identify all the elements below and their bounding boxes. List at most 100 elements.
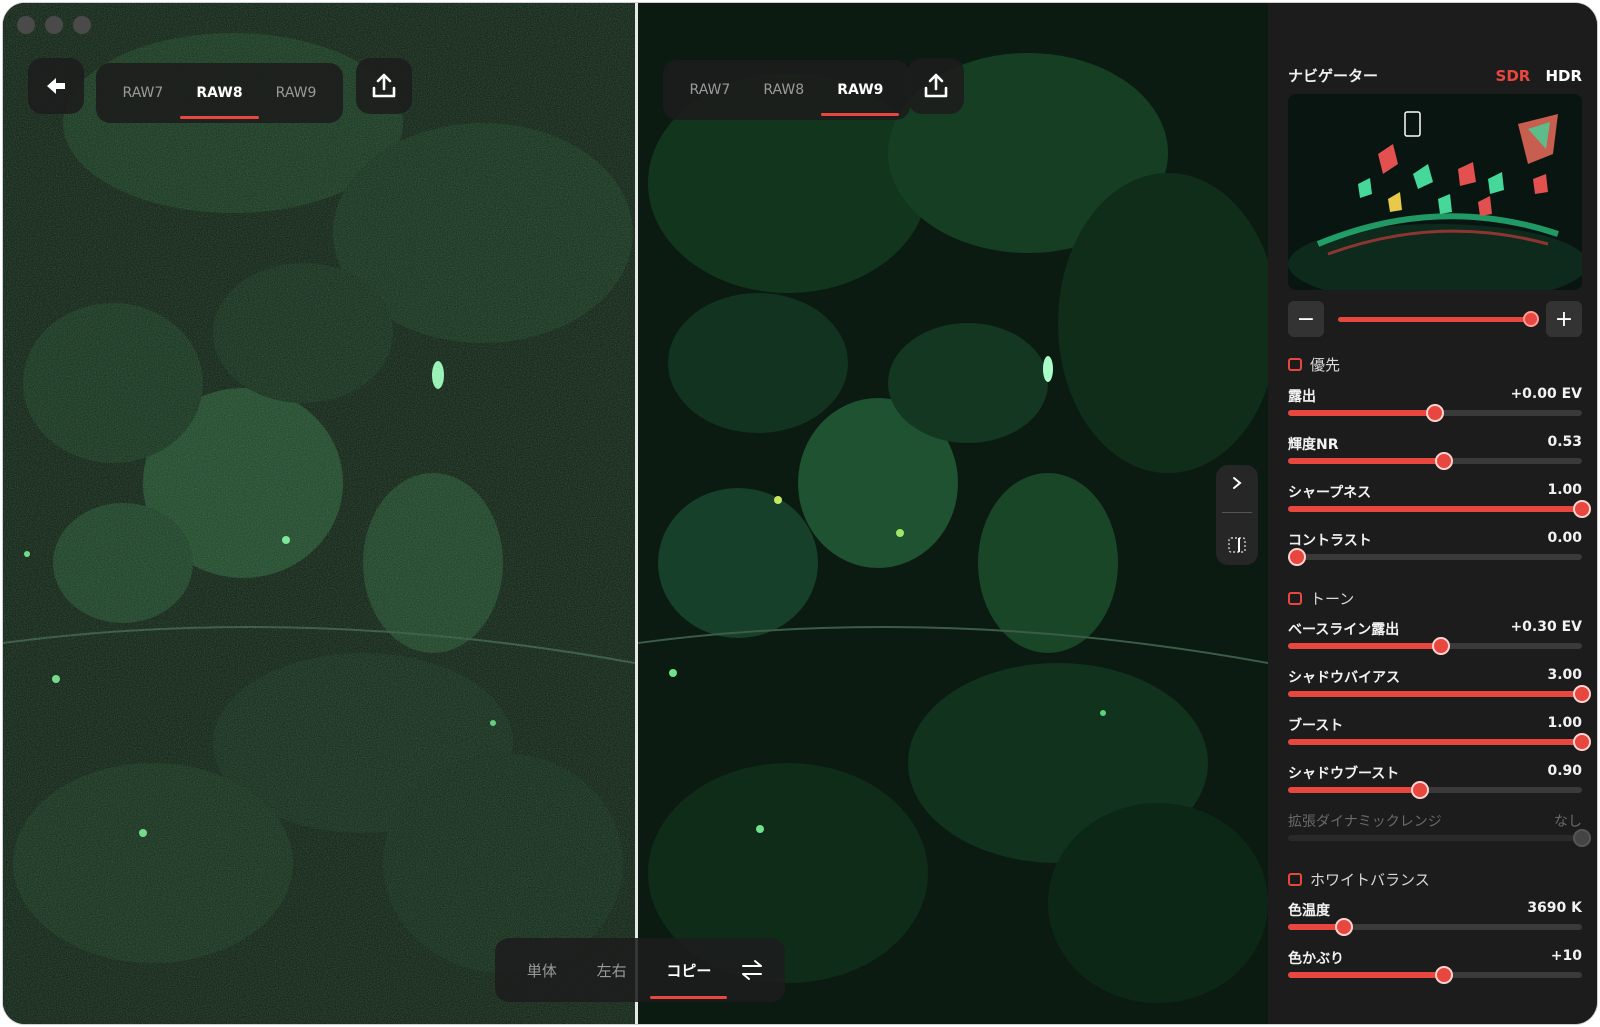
- hdr-option[interactable]: HDR: [1545, 67, 1582, 85]
- section-reset-icon: [1288, 592, 1302, 605]
- slider-value: 0.53: [1547, 434, 1582, 450]
- swap-arrows-icon[interactable]: [739, 959, 765, 981]
- handle-separator: [1222, 512, 1252, 514]
- slider-fill: [1288, 506, 1582, 512]
- section-tone[interactable]: トーン: [1288, 588, 1354, 609]
- slider-track[interactable]: [1288, 637, 1582, 655]
- slider-knob[interactable]: [1426, 404, 1444, 422]
- slider-track[interactable]: [1288, 781, 1582, 799]
- slider-track: [1288, 829, 1591, 847]
- slider-knob: [1573, 829, 1591, 847]
- minimize-window-button[interactable]: [45, 16, 63, 34]
- adjustments-panel: ナビゲーター SDR HDR − + 優先 露出 +0.00 EV 輝度NR 0…: [1268, 3, 1597, 1024]
- share-icon: [924, 73, 948, 98]
- slider-knob[interactable]: [1334, 918, 1353, 936]
- navigator-preview-image: [1288, 94, 1582, 290]
- compare-divider[interactable]: [635, 3, 638, 1024]
- back-button[interactable]: [28, 58, 84, 114]
- right-preview-pane[interactable]: RAW7 RAW8 RAW9: [638, 3, 1268, 1024]
- slider-label: コントラスト: [1288, 533, 1372, 549]
- right-preview-image: [638, 3, 1268, 1024]
- section-white-balance-label: ホワイトバランス: [1310, 871, 1430, 889]
- close-window-button[interactable]: [17, 16, 35, 34]
- slider-track[interactable]: [1288, 966, 1582, 984]
- zoom-in-button[interactable]: +: [1546, 301, 1582, 337]
- slider-label: シャドウブースト: [1288, 766, 1400, 782]
- compare-frame-icon[interactable]: [1227, 536, 1247, 554]
- section-priority[interactable]: 優先: [1288, 354, 1340, 375]
- slider-knob[interactable]: [1434, 452, 1453, 470]
- slider-knob[interactable]: [1573, 685, 1591, 703]
- slider-label: 露出: [1288, 389, 1316, 405]
- slider-track[interactable]: [1288, 733, 1591, 751]
- slider-track[interactable]: [1288, 452, 1582, 470]
- slider-track[interactable]: [1287, 548, 1582, 566]
- zoom-window-button[interactable]: [73, 16, 91, 34]
- app-window: RAW7 RAW8 RAW9 RAW7 RAW8 RAW9 単体 左右 コピー …: [3, 3, 1597, 1024]
- slider-value: 0.90: [1547, 763, 1582, 779]
- slider-value: +0.30 EV: [1510, 619, 1582, 635]
- navigator-header: ナビゲーター SDR HDR: [1288, 65, 1582, 86]
- tab-right-raw8[interactable]: RAW8: [751, 74, 816, 106]
- chevron-right-icon[interactable]: [1230, 476, 1244, 490]
- section-reset-icon: [1288, 873, 1302, 886]
- section-white-balance[interactable]: ホワイトバランス: [1288, 869, 1430, 890]
- panel-toggle-handle: [1216, 465, 1258, 565]
- mode-side-by-side[interactable]: 左右: [585, 952, 639, 989]
- slider-label: 輝度NR: [1288, 437, 1339, 453]
- dynamic-range-toggle: SDR HDR: [1486, 66, 1582, 85]
- slider-value: 3.00: [1547, 667, 1582, 683]
- slider-track[interactable]: [1288, 685, 1591, 703]
- zoom-slider[interactable]: [1338, 311, 1539, 327]
- tab-left-raw7[interactable]: RAW7: [111, 77, 176, 109]
- slider-knob[interactable]: [1431, 637, 1450, 655]
- navigator-thumbnail[interactable]: [1288, 94, 1582, 290]
- slider-knob[interactable]: [1287, 548, 1306, 566]
- slider-track[interactable]: [1288, 500, 1591, 518]
- section-priority-label: 優先: [1310, 356, 1341, 374]
- tab-left-raw8[interactable]: RAW8: [180, 77, 259, 119]
- slider-track[interactable]: [1288, 918, 1582, 936]
- tab-left-raw9[interactable]: RAW9: [264, 77, 329, 109]
- zoom-control: − +: [1288, 301, 1582, 337]
- left-share-button[interactable]: [356, 58, 412, 114]
- slider-label: シャープネス: [1288, 485, 1372, 501]
- right-share-button[interactable]: [908, 58, 964, 114]
- section-tone-label: トーン: [1310, 590, 1355, 608]
- slider-fill: [1288, 691, 1582, 697]
- slider-label: 色温度: [1288, 903, 1330, 919]
- tab-right-raw7[interactable]: RAW7: [678, 74, 743, 106]
- arrow-left-icon: [47, 78, 65, 94]
- navigator-title: ナビゲーター: [1288, 67, 1379, 85]
- slider-knob[interactable]: [1573, 733, 1591, 751]
- slider-value: 3690 K: [1527, 900, 1582, 916]
- slider-label: シャドウバイアス: [1288, 670, 1400, 686]
- slider-knob[interactable]: [1434, 966, 1453, 984]
- mode-single[interactable]: 単体: [515, 952, 569, 989]
- left-preview-image: [3, 3, 635, 1024]
- mode-copy[interactable]: コピー: [650, 952, 728, 999]
- slider-fill: [1288, 739, 1582, 745]
- sdr-option[interactable]: SDR: [1496, 67, 1531, 85]
- slider-value: 0.00: [1547, 530, 1582, 546]
- slider-value: 1.00: [1547, 715, 1582, 731]
- slider-fill: [1288, 410, 1435, 416]
- slider-label: ブースト: [1288, 718, 1344, 734]
- zoom-slider-knob[interactable]: [1523, 311, 1539, 327]
- slider-value: +10: [1550, 948, 1582, 964]
- slider-knob[interactable]: [1411, 781, 1430, 799]
- left-preview-pane[interactable]: RAW7 RAW8 RAW9: [3, 3, 635, 1024]
- tab-right-raw9[interactable]: RAW9: [821, 74, 900, 116]
- right-raw-tabs: RAW7 RAW8 RAW9: [663, 60, 910, 120]
- section-reset-icon: [1288, 358, 1302, 371]
- zoom-out-button[interactable]: −: [1288, 301, 1324, 337]
- slider-knob[interactable]: [1573, 500, 1591, 518]
- slider-track[interactable]: [1288, 404, 1582, 422]
- slider-fill: [1288, 972, 1444, 978]
- slider-label: ベースライン露出: [1288, 622, 1400, 638]
- window-controls: [17, 16, 91, 34]
- slider-label: 拡張ダイナミックレンジ: [1288, 814, 1442, 830]
- slider-value: なし: [1554, 814, 1582, 830]
- slider-label: 色かぶり: [1288, 951, 1344, 967]
- slider-fill: [1288, 787, 1421, 793]
